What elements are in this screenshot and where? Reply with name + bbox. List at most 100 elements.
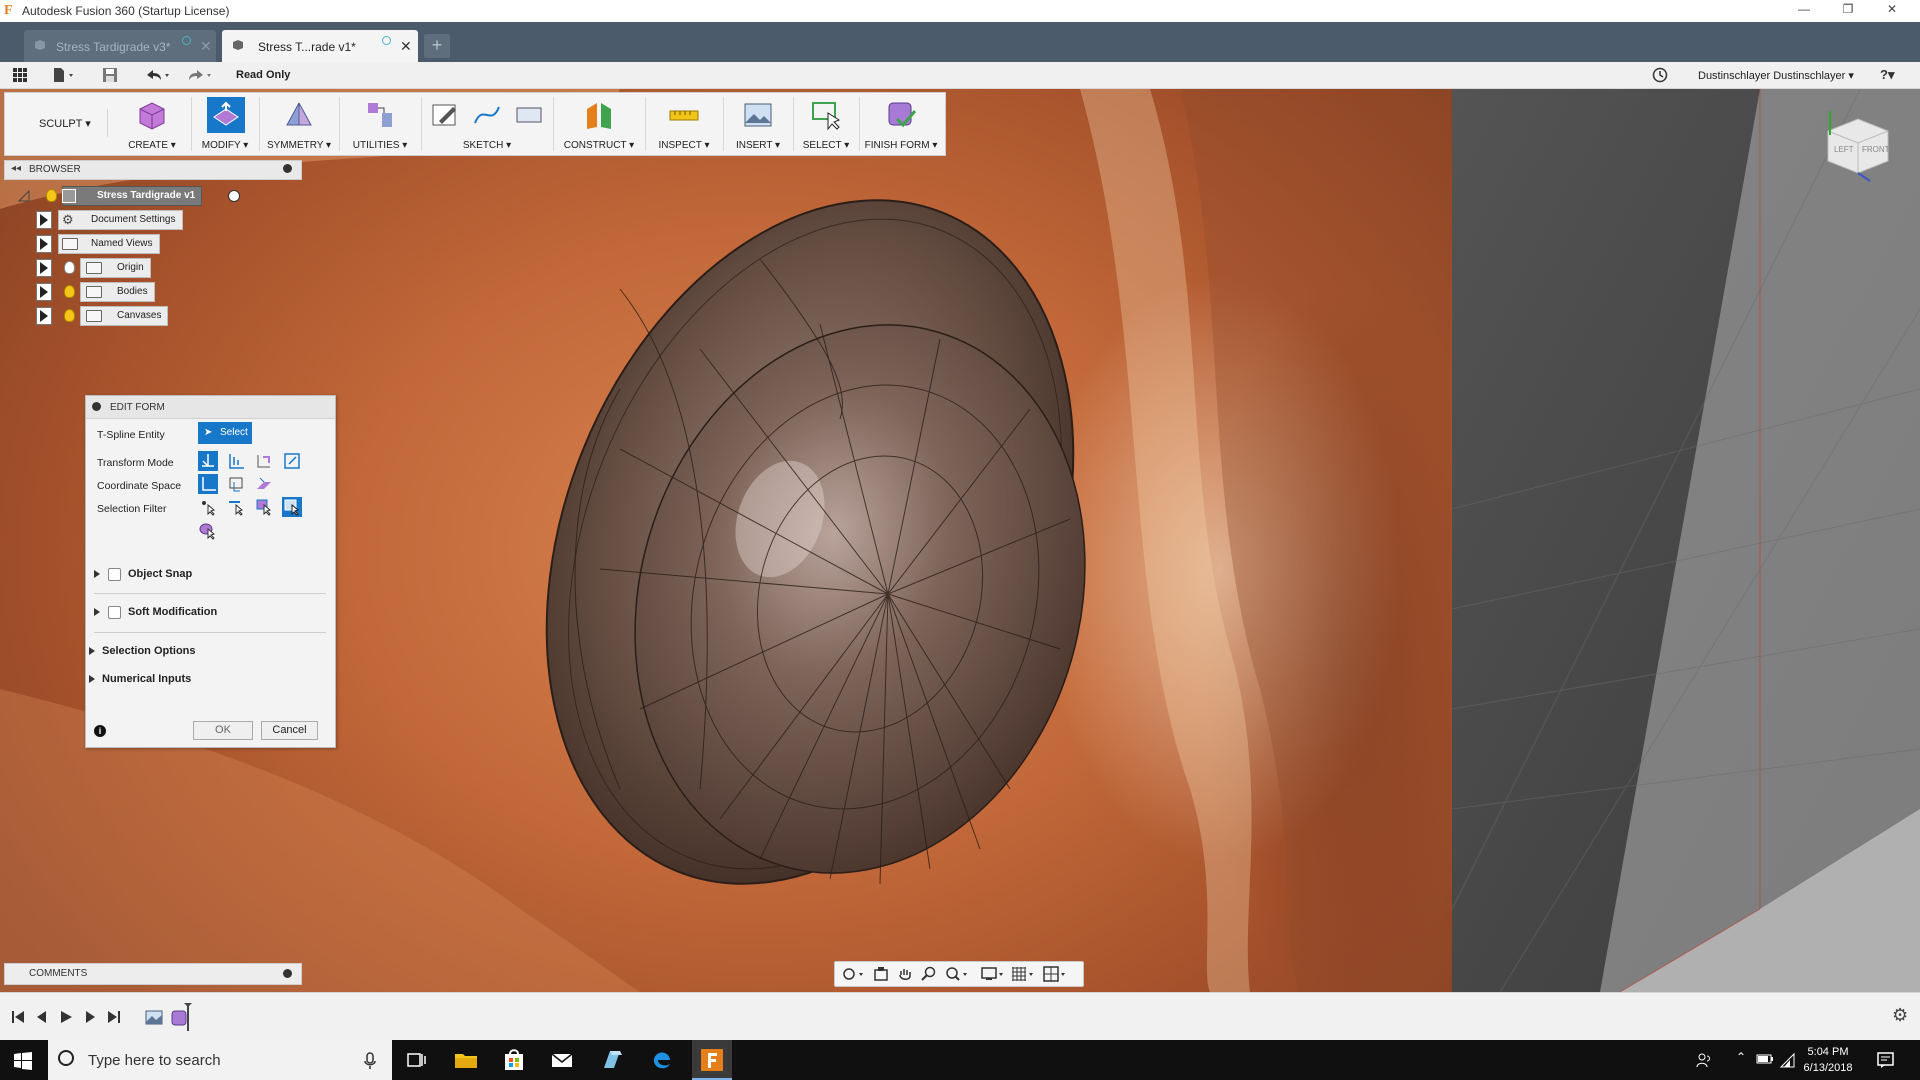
action-center-icon[interactable] [1876,1050,1896,1070]
visibility-lightbulb-icon[interactable] [64,309,75,322]
close-tab-icon[interactable]: ✕ [200,38,212,55]
ok-button[interactable]: OK [193,721,253,740]
root-component-node[interactable]: Stress Tardigrade v1 [62,186,203,206]
utilities-menu[interactable]: UTILITIES ▾ [343,97,417,153]
zoom-icon[interactable] [921,966,937,982]
new-tab-button[interactable]: + [424,34,450,58]
orbit-icon[interactable] [841,966,867,982]
fusion-taskbar-button[interactable] [692,1040,732,1080]
face-filter-button[interactable] [254,497,274,517]
visibility-lightbulb-off-icon[interactable] [64,261,75,274]
app-icon[interactable] [598,1046,626,1074]
visibility-lightbulb-icon[interactable] [64,285,75,298]
browser-item-canvases[interactable]: Canvases [0,306,300,326]
view-space-button[interactable] [226,474,246,494]
construct-menu[interactable]: CONSTRUCT ▾ [557,97,641,153]
cancel-button[interactable]: Cancel [261,721,318,740]
task-view-icon[interactable] [402,1046,430,1074]
edit-form-header[interactable]: EDIT FORM [86,396,335,419]
expand-numerical-inputs-icon[interactable] [89,675,95,683]
taskbar-search-box[interactable]: Type here to search [48,1040,392,1080]
browser-item-origin[interactable]: Origin [0,258,300,278]
user-account-menu[interactable]: Dustinschlayer Dustinschlayer ▾ [1698,69,1854,82]
show-hidden-icons-icon[interactable]: ⌃ [1736,1050,1746,1064]
browser-item-bodies[interactable]: Bodies [0,282,300,302]
tab-stress-tardigrade-v1[interactable]: Stress T...rade v1* ✕ [222,30,418,62]
expand-selection-options-icon[interactable] [89,647,95,655]
selection-options-label[interactable]: Selection Options [102,645,196,657]
workspace-switcher[interactable]: SCULPT ▾ [15,109,108,137]
viewports-icon[interactable] [1043,966,1069,982]
go-to-end-icon[interactable] [106,1009,122,1025]
comments-panel-header[interactable]: COMMENTS [4,963,302,985]
close-window-button[interactable]: ✕ [1870,2,1914,20]
symmetry-menu[interactable]: SYMMETRY ▾ [263,97,335,153]
close-tab-icon[interactable]: ✕ [400,38,412,55]
expand-arrow-icon[interactable] [36,235,52,253]
redo-icon[interactable] [186,67,216,83]
maximize-button[interactable]: ❐ [1826,2,1870,20]
browser-item-named-views[interactable]: Named Views [0,234,300,254]
object-filter-button[interactable] [198,520,218,540]
expand-arrow-icon[interactable] [36,211,52,229]
modify-menu[interactable]: MODIFY ▾ [195,97,255,153]
viewcube[interactable]: LEFT FRONT [1820,109,1896,185]
visibility-lightbulb-icon[interactable] [46,189,57,202]
go-to-start-icon[interactable] [10,1009,26,1025]
timeline-canvas-feature-icon[interactable] [144,1007,164,1027]
rotate-button[interactable] [254,451,274,471]
pin-browser-icon[interactable] [283,164,292,173]
wifi-icon[interactable] [1780,1052,1796,1068]
display-settings-icon[interactable] [981,966,1007,982]
step-back-icon[interactable] [34,1009,50,1025]
translate-button[interactable] [226,451,246,471]
local-space-button[interactable] [254,474,274,494]
undo-icon[interactable] [144,67,174,83]
collapse-browser-icon[interactable]: ◂◂ [11,163,21,174]
body-filter-button[interactable] [282,497,302,517]
activate-component-icon[interactable] [228,190,240,202]
timeline-form-feature-icon[interactable] [168,1001,196,1031]
expand-arrow-icon[interactable] [36,259,52,277]
microphone-icon[interactable] [364,1052,376,1070]
job-status-clock-icon[interactable] [1652,67,1668,83]
browser-item-document-settings[interactable]: Document Settings ⚙ [0,210,300,230]
mail-icon[interactable] [548,1046,576,1074]
step-forward-icon[interactable] [82,1009,98,1025]
info-icon[interactable]: i [94,725,106,737]
save-icon[interactable] [102,67,118,83]
minimize-button[interactable]: — [1782,2,1826,20]
windows-start-icon[interactable] [14,1052,32,1070]
inspect-menu[interactable]: INSPECT ▾ [649,97,719,153]
tspline-select-button[interactable]: ➤ Select [198,422,252,444]
people-icon[interactable] [1696,1052,1712,1068]
timeline-settings-gear-icon[interactable]: ⚙ [1892,1005,1908,1026]
browser-root-row[interactable]: Stress Tardigrade v1 [0,186,300,206]
object-snap-checkbox[interactable] [108,568,121,581]
help-menu-icon[interactable]: ?▾ [1880,67,1894,83]
data-panel-grid-icon[interactable] [12,67,28,83]
taskbar-clock[interactable]: 5:04 PM 6/13/2018 [1798,1044,1858,1076]
play-icon[interactable] [58,1009,74,1025]
document-settings-node[interactable]: Document Settings [58,210,183,230]
add-comment-icon[interactable] [283,969,292,978]
collapse-dialog-icon[interactable] [92,402,101,411]
file-menu-icon[interactable] [52,67,76,83]
store-icon[interactable] [500,1046,528,1074]
grid-snaps-icon[interactable] [1011,966,1037,982]
expand-arrow-icon[interactable] [36,283,52,301]
look-at-icon[interactable] [873,966,889,982]
finish-form-menu[interactable]: FINISH FORM ▾ [861,97,941,153]
browser-panel-header[interactable]: ◂◂ BROWSER [4,160,302,180]
fit-icon[interactable] [945,966,971,982]
battery-icon[interactable] [1756,1053,1774,1065]
expand-soft-modification-icon[interactable] [94,608,100,616]
edge-filter-button[interactable] [226,497,246,517]
expand-object-snap-icon[interactable] [94,570,100,578]
edge-browser-icon[interactable] [648,1046,676,1074]
vertex-filter-button[interactable] [198,497,218,517]
scale-button[interactable] [282,451,302,471]
tab-stress-tardigrade-v3[interactable]: Stress Tardigrade v3* ✕ [24,30,216,62]
create-menu[interactable]: CREATE ▾ [117,97,187,153]
soft-modification-checkbox[interactable] [108,606,121,619]
